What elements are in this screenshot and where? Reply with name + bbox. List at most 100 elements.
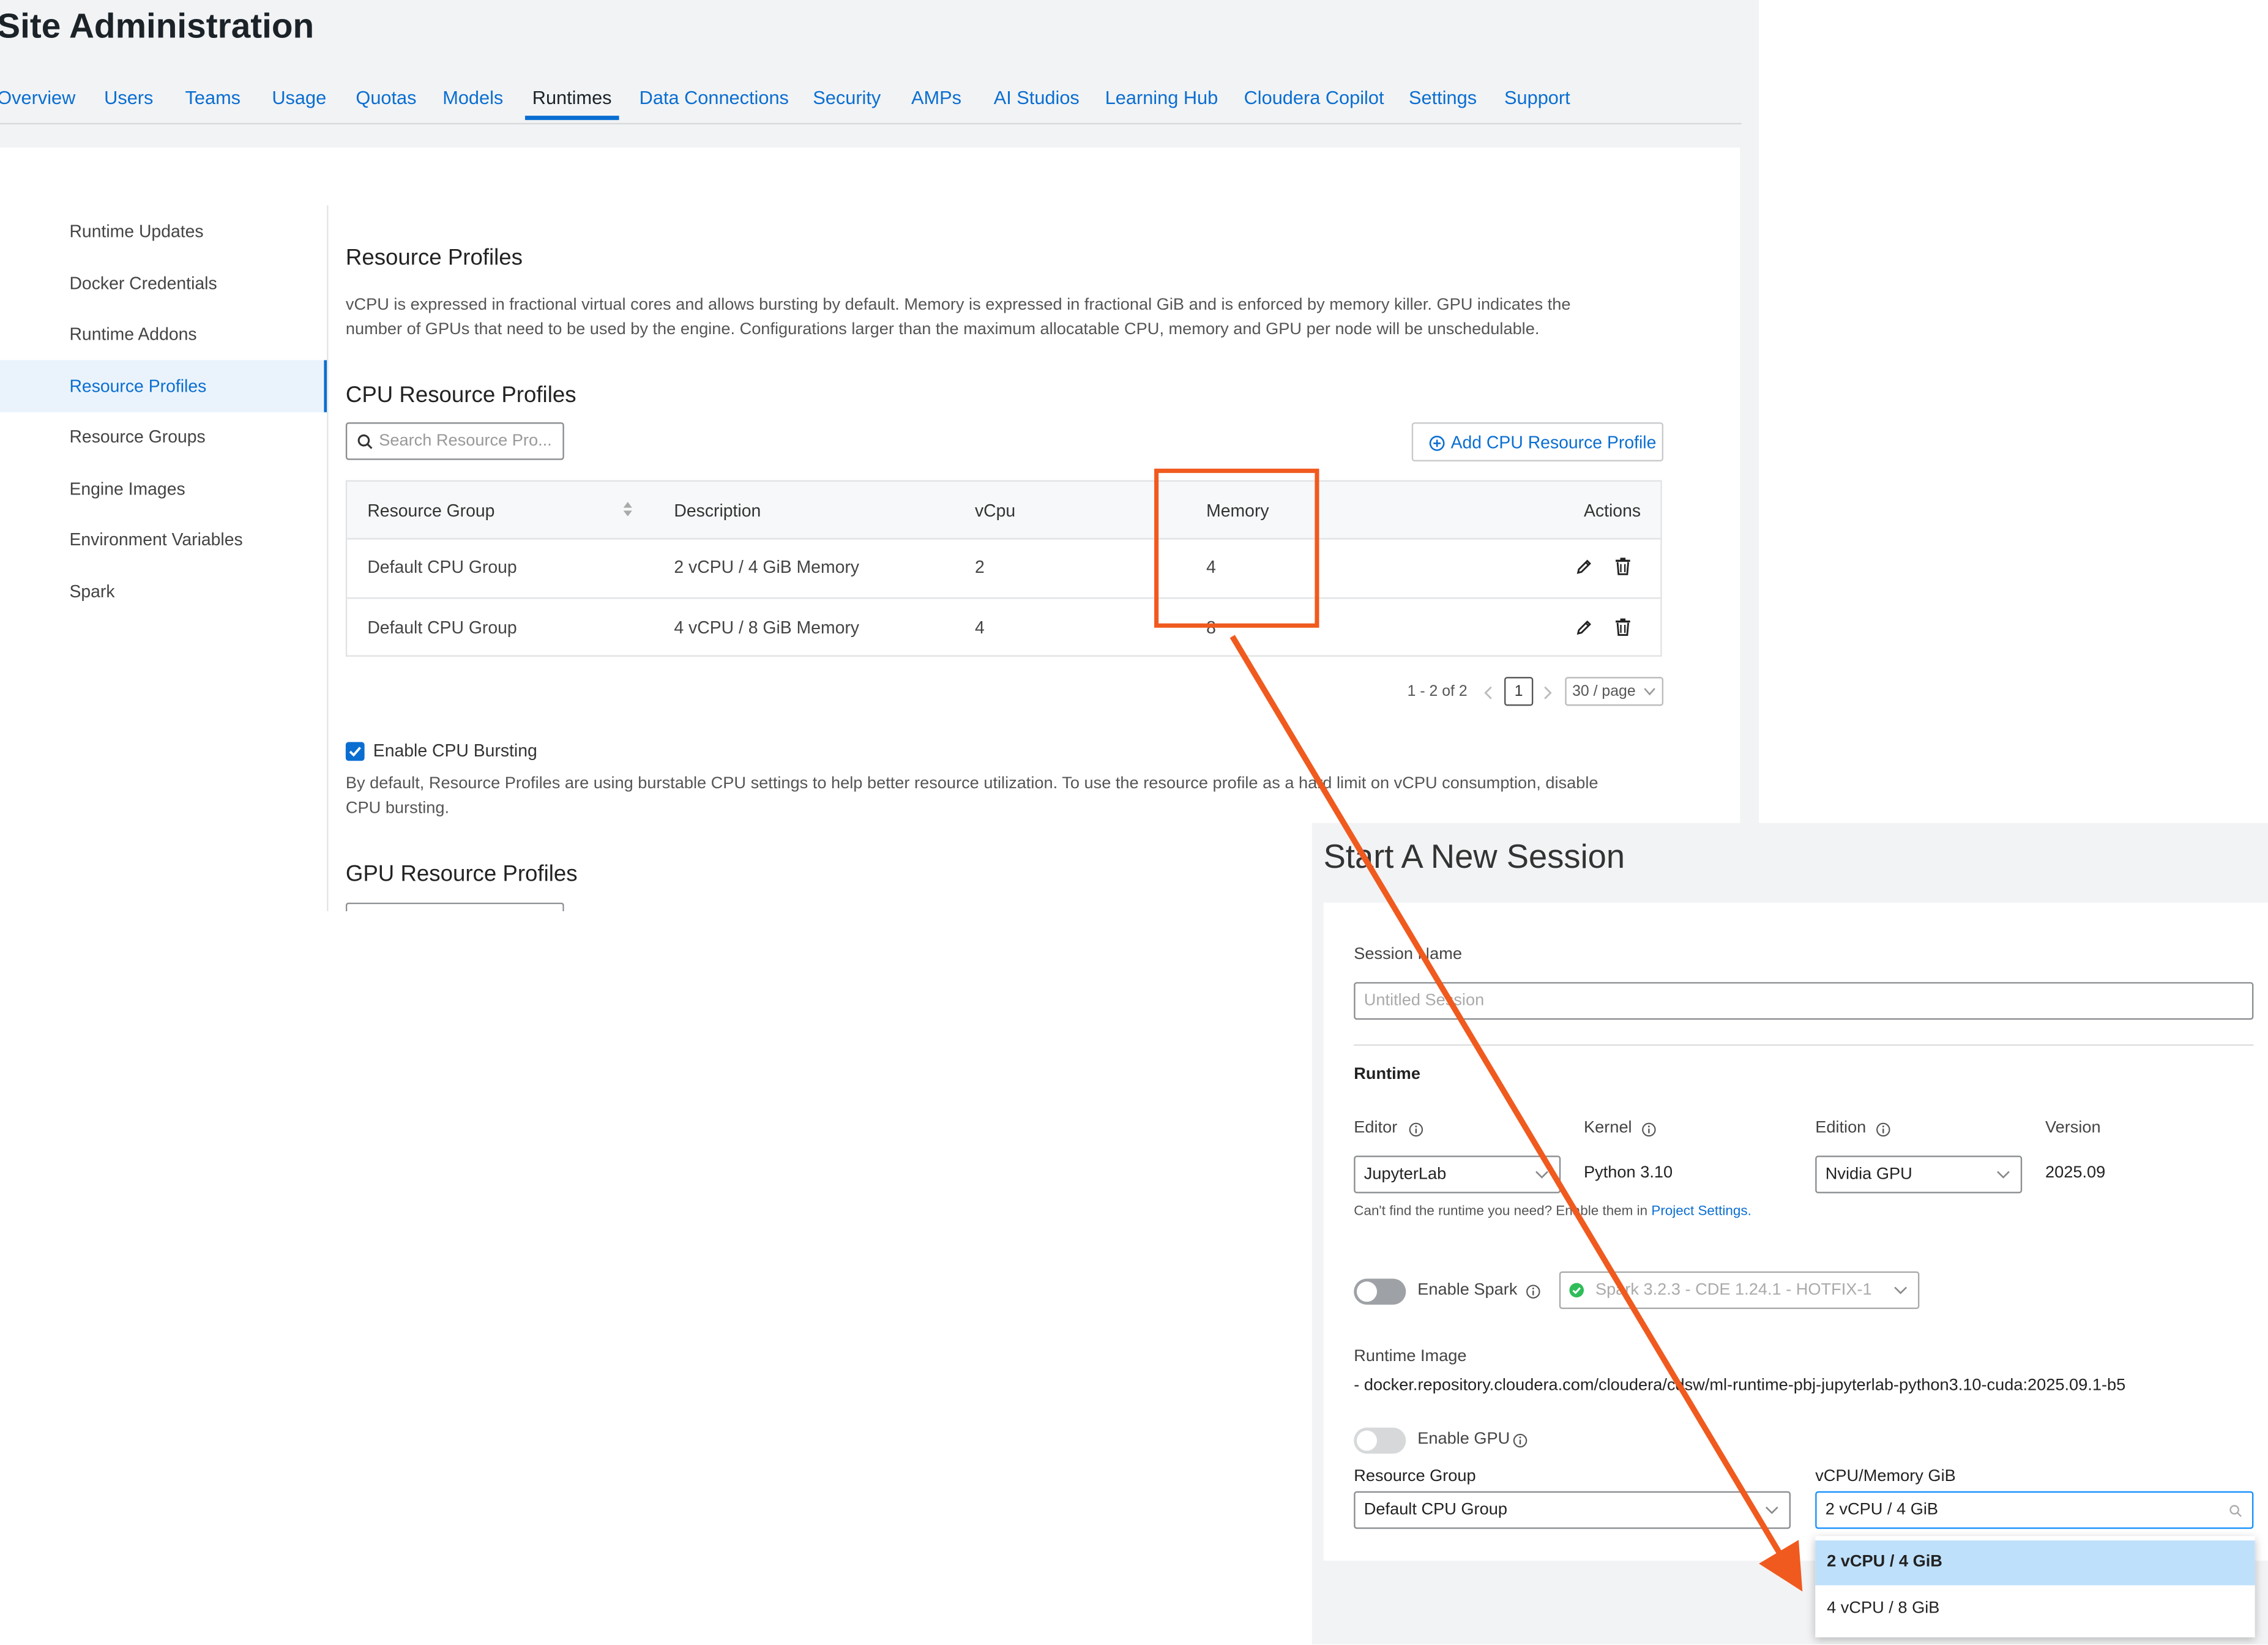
column-header-resource-group[interactable]: Resource Group — [367, 501, 494, 521]
admin-nav-tabs: Overview Users Teams Usage Quotas Models… — [0, 69, 1742, 125]
tab-learning-hub[interactable]: Learning Hub — [1105, 87, 1218, 108]
session-form-card: Session Name Untitled Session Runtime Ed… — [1323, 902, 2268, 1561]
page-size-value: 30 / page — [1572, 682, 1636, 700]
chevron-down-icon — [1894, 1286, 1908, 1294]
cell-resource-group: Default CPU Group — [367, 556, 517, 578]
enable-gpu-label: Enable GPU — [1417, 1430, 1510, 1448]
info-icon[interactable] — [1876, 1122, 1890, 1137]
tab-teams[interactable]: Teams — [185, 87, 241, 108]
enable-spark-toggle[interactable] — [1354, 1278, 1406, 1305]
kernel-label: Kernel — [1584, 1119, 1632, 1137]
tab-runtimes[interactable]: Runtimes — [532, 87, 612, 108]
table-row: Default CPU Group 2 vCPU / 4 GiB Memory … — [347, 538, 1660, 597]
runtime-image-value: - docker.repository.cloudera.com/clouder… — [1354, 1377, 2126, 1395]
session-title: Start A New Session — [1323, 837, 1625, 875]
session-name-input[interactable]: Untitled Session — [1354, 982, 2254, 1020]
description-line: By default, Resource Profiles are using … — [345, 775, 1598, 793]
column-header-description: Description — [674, 500, 761, 521]
info-icon[interactable] — [1513, 1433, 1528, 1448]
session-name-label: Session Name — [1354, 946, 1463, 964]
pagination-range: 1 - 2 of 2 — [1407, 682, 1468, 700]
tab-data-connections[interactable]: Data Connections — [640, 87, 789, 108]
editor-label: Editor — [1354, 1119, 1398, 1137]
search-input[interactable]: Search Resource Pro... — [345, 422, 564, 460]
chevron-right-icon[interactable] — [1542, 685, 1553, 700]
info-icon[interactable] — [1526, 1285, 1540, 1299]
search-placeholder: Search Resource Pro... — [379, 432, 552, 450]
edition-value: Nvidia GPU — [1825, 1165, 1912, 1184]
description-line: vCPU is expressed in fractional virtual … — [345, 296, 1571, 314]
active-tab-indicator — [524, 116, 619, 121]
runtime-help-text: Can't find the runtime you need? Enable … — [1354, 1203, 1751, 1219]
tab-usage[interactable]: Usage — [272, 87, 326, 108]
session-name-placeholder: Untitled Session — [1363, 992, 1485, 1010]
sidebar-item-spark[interactable]: Spark — [69, 581, 114, 602]
edit-icon[interactable] — [1575, 558, 1592, 575]
enable-spark-label: Enable Spark — [1417, 1281, 1518, 1299]
start-new-session-panel: Start A New Session Session Name Untitle… — [1311, 822, 2268, 1645]
delete-icon[interactable] — [1614, 617, 1632, 636]
sidebar-item-runtime-updates[interactable]: Runtime Updates — [69, 222, 203, 242]
gpu-search-input[interactable] — [345, 902, 564, 912]
option-label: 4 vCPU / 8 GiB — [1827, 1600, 1940, 1617]
enable-cpu-bursting-label: Enable CPU Bursting — [373, 740, 537, 761]
chevron-down-icon — [1644, 688, 1655, 696]
dropdown-option[interactable]: 4 vCPU / 8 GiB — [1815, 1587, 2255, 1632]
tab-models[interactable]: Models — [442, 87, 503, 108]
spark-version-select[interactable]: Spark 3.2.3 - CDE 1.24.1 - HOTFIX-1 — [1559, 1271, 1920, 1309]
project-settings-link[interactable]: Project Settings. — [1651, 1203, 1751, 1219]
info-icon[interactable] — [1409, 1122, 1423, 1137]
chevron-down-icon — [1997, 1171, 2010, 1179]
chevron-down-icon — [1535, 1171, 1548, 1179]
toggle-knob — [1356, 1430, 1378, 1451]
tab-quotas[interactable]: Quotas — [356, 87, 416, 108]
tab-overview[interactable]: Overview — [0, 87, 75, 108]
page-number-button[interactable]: 1 — [1504, 677, 1534, 706]
sidebar-item-environment-variables[interactable]: Environment Variables — [69, 529, 242, 550]
vcpu-memory-placeholder: 2 vCPU / 4 GiB — [1825, 1501, 1939, 1519]
dropdown-option[interactable]: 2 vCPU / 4 GiB — [1815, 1540, 2255, 1586]
gpu-profiles-heading: GPU Resource Profiles — [345, 862, 578, 887]
edit-icon[interactable] — [1575, 619, 1592, 636]
tab-users[interactable]: Users — [104, 87, 153, 108]
help-text: Can't find the runtime you need? Enable … — [1354, 1203, 1648, 1220]
tab-support[interactable]: Support — [1504, 87, 1570, 108]
delete-icon[interactable] — [1614, 557, 1632, 576]
page-size-select[interactable]: 30 / page — [1565, 677, 1664, 706]
sidebar-item-resource-groups[interactable]: Resource Groups — [69, 427, 205, 447]
sidebar-item-resource-profiles[interactable]: Resource Profiles — [69, 376, 206, 397]
vcpu-memory-select[interactable]: 2 vCPU / 4 GiB — [1815, 1491, 2254, 1529]
page-title: Site Administration — [0, 7, 315, 47]
add-button-label: Add CPU Resource Profile — [1450, 432, 1657, 453]
tab-settings[interactable]: Settings — [1409, 87, 1477, 108]
edition-select[interactable]: Nvidia GPU — [1815, 1155, 2023, 1193]
toggle-knob — [1356, 1281, 1378, 1302]
version-value: 2025.09 — [2045, 1164, 2106, 1182]
add-cpu-resource-profile-button[interactable]: Add CPU Resource Profile — [1411, 422, 1664, 461]
runtime-heading: Runtime — [1354, 1065, 1420, 1084]
sidebar-item-runtime-addons[interactable]: Runtime Addons — [69, 324, 196, 344]
resource-group-label: Resource Group — [1354, 1468, 1476, 1486]
enable-gpu-toggle[interactable] — [1354, 1427, 1406, 1454]
editor-select[interactable]: JupyterLab — [1354, 1155, 1561, 1193]
chevron-left-icon[interactable] — [1483, 685, 1494, 700]
sidebar-item-engine-images[interactable]: Engine Images — [69, 479, 185, 499]
form-divider — [1354, 1044, 2254, 1046]
site-administration-page: Site Administration Overview Users Teams… — [0, 0, 1759, 912]
tab-ai-studios[interactable]: AI Studios — [994, 87, 1080, 108]
table-header: Resource Group Description vCpu Memory A… — [347, 482, 1661, 540]
vcpu-memory-dropdown: 2 vCPU / 4 GiB 4 vCPU / 8 GiB — [1815, 1536, 2255, 1638]
sidebar-divider — [327, 205, 329, 912]
enable-cpu-bursting-checkbox[interactable] — [345, 742, 365, 761]
editor-value: JupyterLab — [1363, 1165, 1447, 1184]
description-line: number of GPUs that need to be used by t… — [345, 321, 1540, 339]
tab-cloudera-copilot[interactable]: Cloudera Copilot — [1244, 87, 1384, 108]
info-icon[interactable] — [1642, 1122, 1657, 1137]
sort-icon[interactable] — [622, 501, 633, 518]
cell-vcpu: 4 — [974, 617, 985, 638]
resource-profiles-description: vCPU is expressed in fractional virtual … — [346, 294, 1647, 343]
tab-amps[interactable]: AMPs — [911, 87, 961, 108]
resource-group-select[interactable]: Default CPU Group — [1354, 1491, 1791, 1529]
sidebar-item-docker-credentials[interactable]: Docker Credentials — [69, 274, 217, 294]
tab-security[interactable]: Security — [813, 87, 881, 108]
